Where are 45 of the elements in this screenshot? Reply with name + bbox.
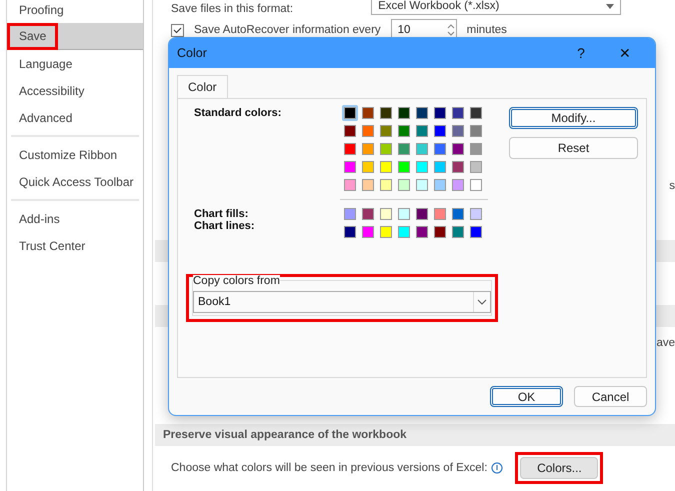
sidebar-item[interactable]: Proofing bbox=[7, 0, 143, 23]
item-label: Language bbox=[18, 56, 74, 72]
autorecover-label: Save AutoRecover information every bbox=[194, 24, 381, 36]
item-label: Customize Ribbon bbox=[18, 146, 118, 164]
dialog-title: Color bbox=[177, 46, 208, 60]
partial-text: ave bbox=[656, 337, 675, 349]
sidebar-item[interactable]: Trust Center bbox=[7, 232, 143, 259]
reset-button[interactable]: Reset bbox=[509, 137, 638, 159]
item-label: Save bbox=[7, 22, 58, 50]
chart-lines-label: Chart lines: bbox=[194, 220, 256, 232]
check-icon bbox=[173, 26, 182, 34]
tab[interactable]: Color bbox=[177, 75, 228, 98]
spin-arrows-icon bbox=[446, 22, 456, 38]
colors-button[interactable]: Colors... bbox=[520, 457, 598, 479]
item-label: Advanced bbox=[18, 110, 74, 126]
cancel-button[interactable]: Cancel bbox=[574, 386, 647, 407]
sidebar-item[interactable]: Customize Ribbon bbox=[7, 141, 143, 168]
sidebar-item[interactable]: Quick Access Toolbar bbox=[7, 168, 143, 195]
close-button[interactable]: ✕ bbox=[603, 45, 647, 61]
section-title: Preserve visual appearance of the workbook bbox=[163, 429, 407, 441]
ok-button[interactable]: OK bbox=[490, 386, 563, 407]
sidebar-item[interactable]: Save bbox=[7, 23, 143, 50]
standard-colors-label: Standard colors: bbox=[194, 107, 282, 119]
item-label: Quick Access Toolbar bbox=[18, 174, 134, 190]
partial-text: s bbox=[669, 180, 675, 192]
item-label: Accessibility bbox=[18, 82, 86, 100]
item-label: Proofing bbox=[18, 2, 65, 18]
item-label: Trust Center bbox=[18, 238, 86, 254]
chart-fills-label: Chart fills: bbox=[194, 208, 250, 220]
copy-colors-dropdown[interactable]: Book1 bbox=[193, 291, 491, 313]
copy-colors-label: Copy colors from bbox=[193, 275, 280, 287]
sidebar-item[interactable]: Add-ins bbox=[7, 205, 143, 232]
minutes-label: minutes bbox=[466, 24, 507, 36]
format-label: Save files in this format: bbox=[171, 3, 294, 15]
colors-prompt: Choose what colors will be seen in previous versions of Excel: bbox=[171, 462, 488, 474]
caret-icon bbox=[606, 4, 614, 8]
item-label: Add-ins bbox=[18, 210, 61, 228]
sidebar-item[interactable]: Language bbox=[7, 50, 143, 77]
sidebar-item[interactable]: Accessibility bbox=[7, 77, 143, 104]
modify-button[interactable]: Modify... bbox=[509, 107, 638, 129]
format-dropdown[interactable]: Excel Workbook (*.xlsx) bbox=[371, 0, 622, 15]
info-icon bbox=[491, 462, 504, 474]
autorecover-checkbox[interactable] bbox=[171, 24, 184, 36]
sidebar-item[interactable]: Advanced bbox=[7, 104, 143, 131]
help-button[interactable]: ? bbox=[559, 45, 603, 61]
